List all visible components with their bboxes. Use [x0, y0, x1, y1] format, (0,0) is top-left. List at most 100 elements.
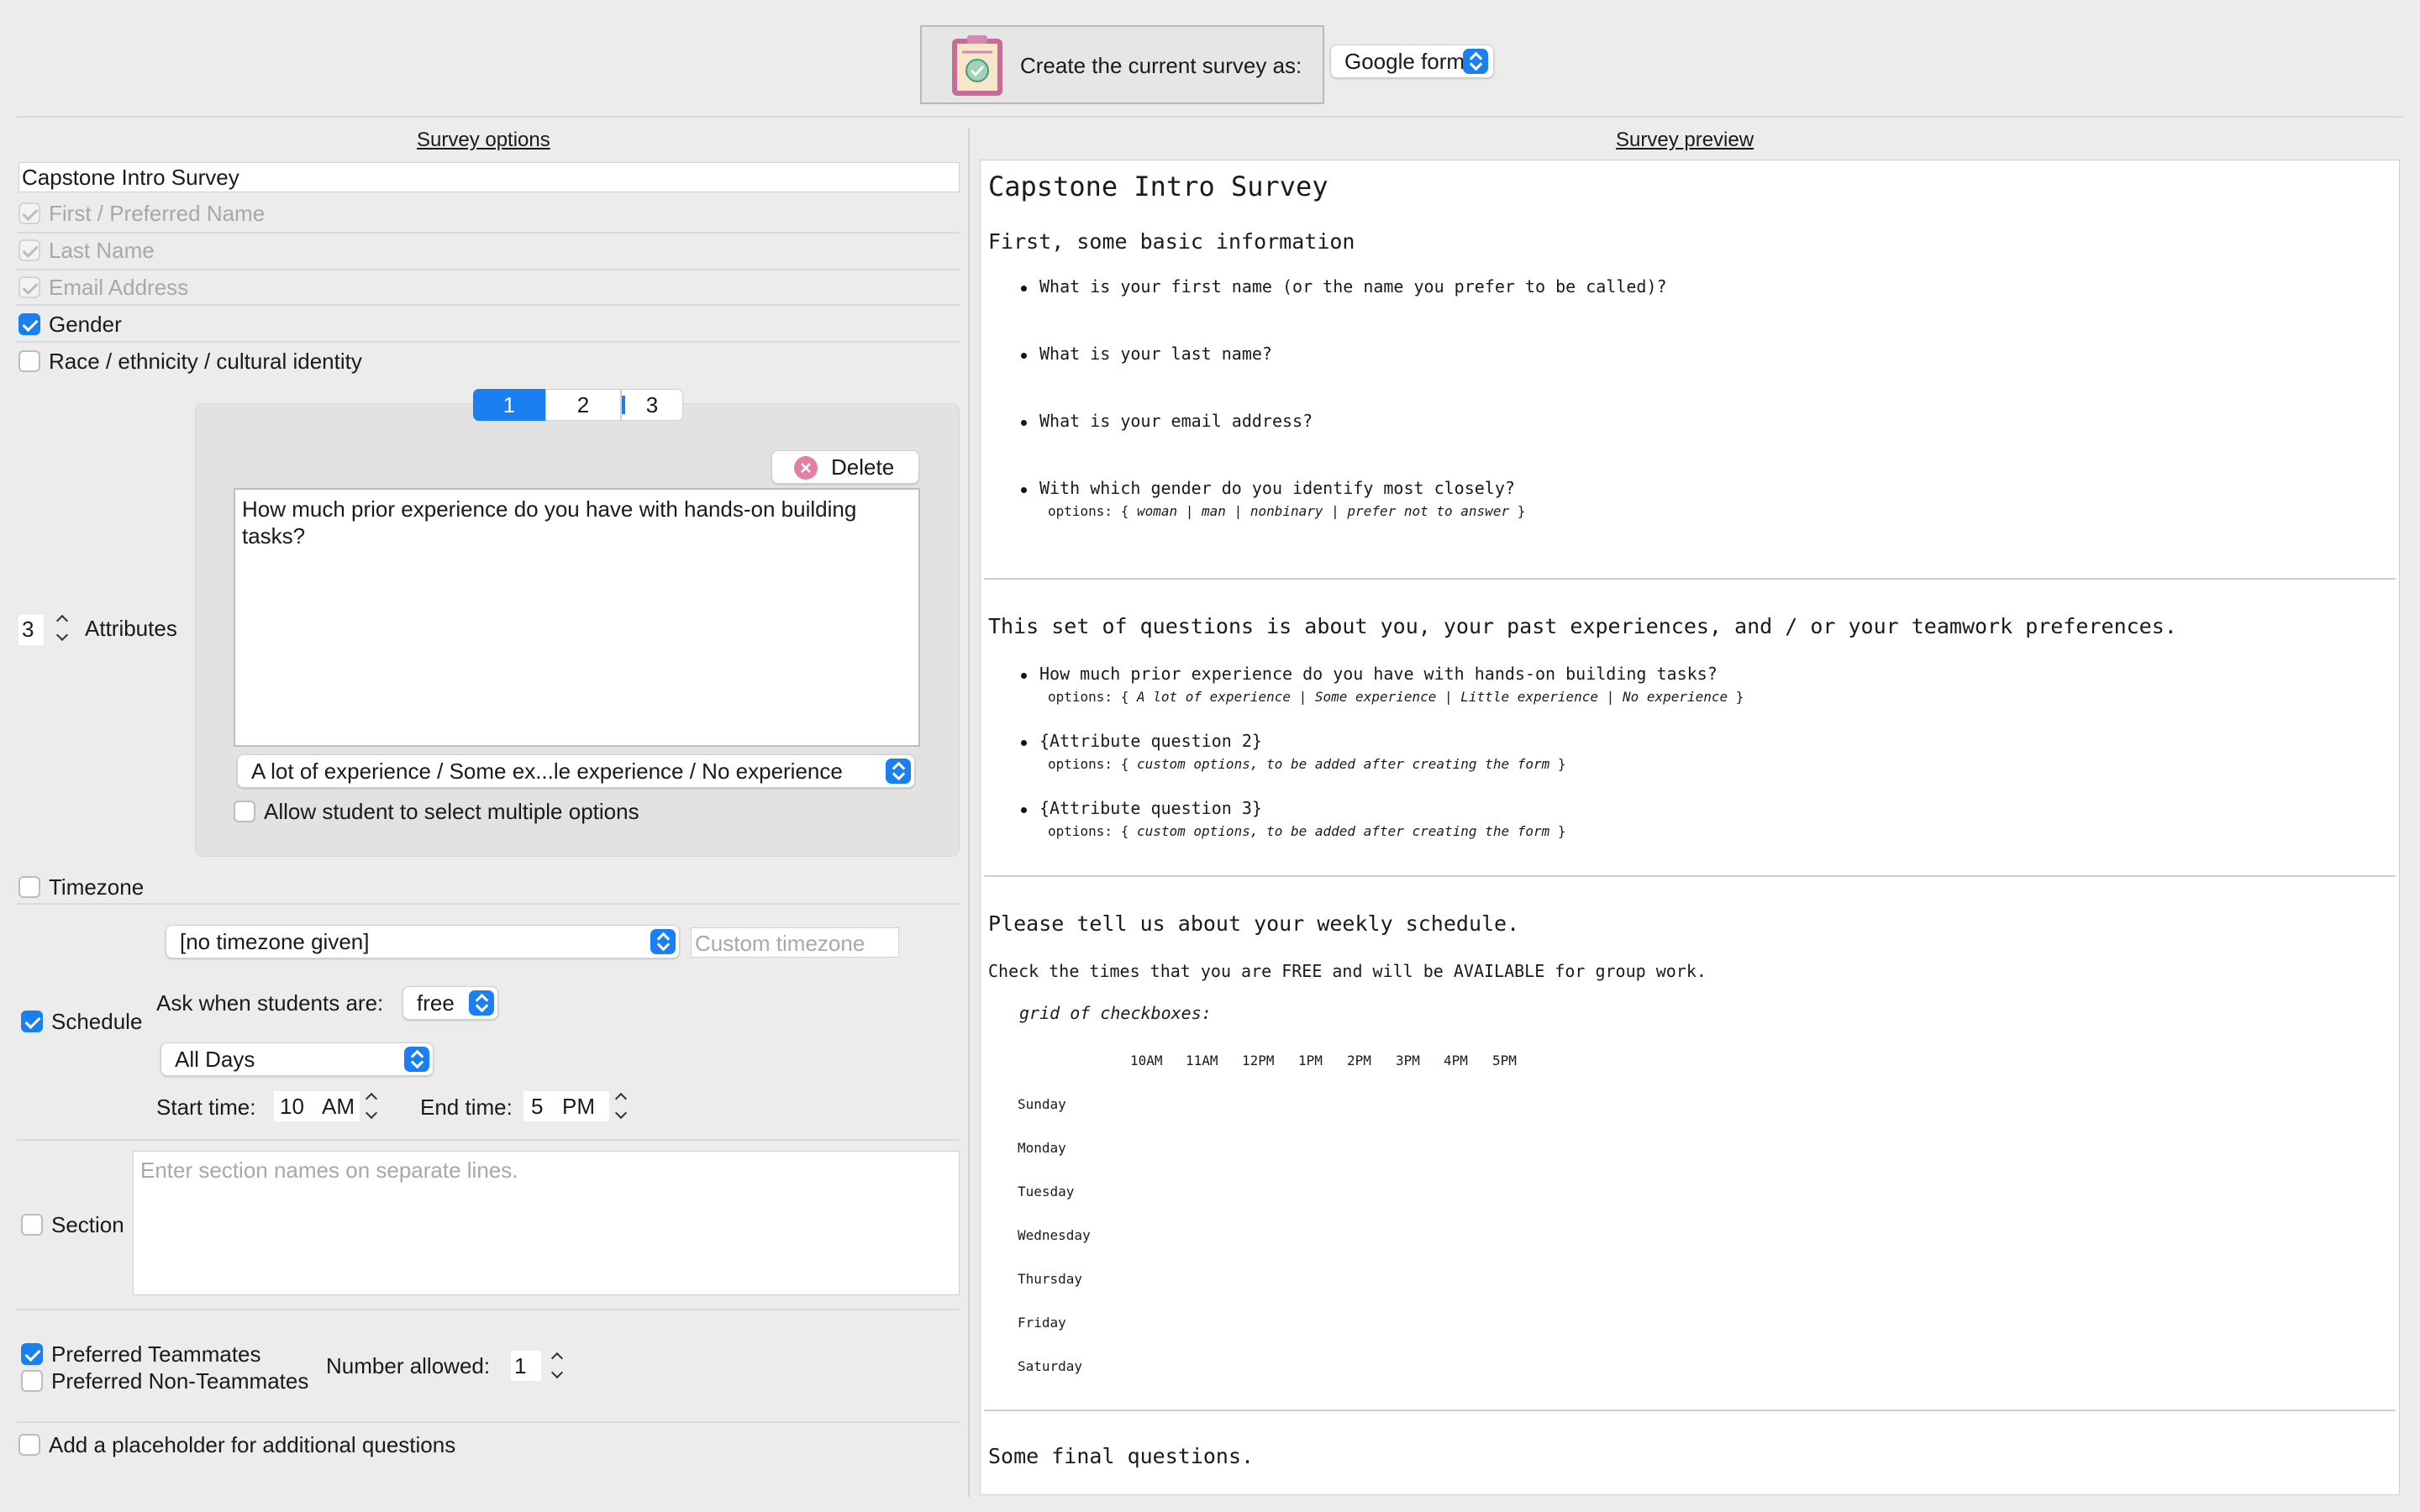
- grid-day-saturday: Saturday: [1018, 1358, 1083, 1374]
- grid-day-wednesday: Wednesday: [1018, 1227, 1091, 1243]
- attribute-tabs: 1 2 3: [473, 389, 683, 421]
- email-checkbox: [18, 276, 40, 298]
- ask-when-label: Ask when students are:: [156, 990, 384, 1016]
- preview-q-first-name: What is your first name (or the name you…: [1039, 276, 1667, 297]
- last-name-checkbox: [18, 239, 40, 261]
- attributes-label: Attributes: [85, 616, 177, 641]
- section-names-textarea[interactable]: Enter section names on separate lines.: [133, 1151, 960, 1295]
- custom-timezone-input[interactable]: Custom timezone: [691, 927, 899, 958]
- preview-attr-q1: How much prior experience do you have wi…: [1039, 664, 1718, 684]
- free-busy-select[interactable]: free: [402, 986, 498, 1020]
- delete-label: Delete: [831, 454, 895, 480]
- attribute-question-textarea[interactable]: How much prior experience do you have wi…: [234, 488, 920, 747]
- survey-clipboard-icon: [949, 34, 1006, 97]
- preview-q-gender: With which gender do you identify most c…: [1039, 478, 1515, 498]
- first-name-label: First / Preferred Name: [49, 201, 266, 226]
- preview-final-heading: Some final questions.: [988, 1444, 1255, 1468]
- preview-basic-heading: First, some basic information: [988, 229, 1355, 254]
- end-time-stepper[interactable]: [612, 1089, 630, 1123]
- attribute-count-field[interactable]: 3: [18, 615, 44, 645]
- email-label: Email Address: [49, 275, 189, 300]
- additional-questions-label: Add a placeholder for additional questio…: [49, 1432, 456, 1457]
- grid-day-monday: Monday: [1018, 1140, 1066, 1156]
- grid-time-3pm: 3PM: [1396, 1053, 1420, 1068]
- chevron-updown-icon: [1463, 49, 1488, 74]
- days-select[interactable]: All Days: [160, 1042, 434, 1076]
- grid-day-friday: Friday: [1018, 1315, 1066, 1331]
- preferred-non-teammates-label: Preferred Non-Teammates: [51, 1368, 309, 1394]
- tab-attribute-3[interactable]: 3: [621, 389, 683, 421]
- gender-checkbox[interactable]: [18, 313, 40, 335]
- preview-attribute-heading: This set of questions is about you, your…: [988, 614, 2177, 638]
- grid-time-12pm: 12PM: [1242, 1053, 1275, 1068]
- end-time-field[interactable]: 5 PM: [523, 1091, 609, 1121]
- free-busy-value: free: [417, 990, 455, 1016]
- preview-title: Capstone Intro Survey: [988, 171, 1328, 202]
- additional-questions-checkbox[interactable]: [18, 1434, 40, 1456]
- preferred-teammates-checkbox[interactable]: [21, 1343, 43, 1365]
- attribute-count-stepper[interactable]: [53, 612, 71, 645]
- grid-day-tuesday: Tuesday: [1018, 1184, 1075, 1200]
- preferred-non-teammates-checkbox[interactable]: [21, 1370, 43, 1392]
- allow-multiple-label: Allow student to select multiple options: [264, 799, 639, 824]
- preview-gender-options: options: { woman | man | nonbinary | pre…: [1048, 503, 1526, 519]
- timezone-value: [no timezone given]: [180, 929, 370, 954]
- grid-time-2pm: 2PM: [1347, 1053, 1371, 1068]
- preview-attr-q2: {Attribute question 2}: [1039, 731, 1262, 751]
- response-options-value: A lot of experience / Some ex...le exper…: [251, 759, 843, 784]
- create-survey-label: Create the current survey as:: [1020, 53, 1302, 78]
- timezone-checkbox[interactable]: [18, 876, 40, 898]
- grid-time-11am: 11AM: [1186, 1053, 1218, 1068]
- gender-label: Gender: [49, 312, 122, 337]
- start-time-stepper[interactable]: [362, 1089, 381, 1123]
- grid-time-5pm: 5PM: [1492, 1053, 1517, 1068]
- tab-attribute-2[interactable]: 2: [545, 389, 621, 421]
- preview-schedule-heading: Please tell us about your weekly schedul…: [988, 911, 1520, 936]
- race-label: Race / ethnicity / cultural identity: [49, 349, 362, 374]
- preview-schedule-instructions: Check the times that you are FREE and wi…: [988, 961, 1707, 981]
- survey-preview-header: Survey preview: [1616, 129, 1754, 151]
- last-name-label: Last Name: [49, 238, 155, 263]
- number-allowed-stepper[interactable]: [548, 1349, 566, 1383]
- survey-format-value: Google form: [1344, 49, 1465, 74]
- delete-button[interactable]: Delete: [771, 450, 919, 484]
- end-time-label: End time:: [420, 1095, 513, 1120]
- first-name-checkbox: [18, 202, 40, 224]
- schedule-label: Schedule: [51, 1009, 143, 1034]
- section-label: Section: [51, 1212, 124, 1237]
- tab-attribute-1[interactable]: 1: [473, 389, 545, 421]
- grid-time-4pm: 4PM: [1444, 1053, 1468, 1068]
- number-allowed-field[interactable]: 1: [511, 1351, 541, 1381]
- chevron-updown-icon: [404, 1047, 429, 1072]
- survey-title-field[interactable]: Capstone Intro Survey: [18, 162, 960, 192]
- number-allowed-label: Number allowed:: [326, 1353, 491, 1378]
- preview-attr-q1-options: options: { A lot of experience | Some ex…: [1048, 689, 1744, 705]
- grid-day-sunday: Sunday: [1018, 1096, 1066, 1112]
- grid-time-1pm: 1PM: [1298, 1053, 1323, 1068]
- preview-attr-q3: {Attribute question 3}: [1039, 798, 1262, 818]
- chevron-updown-icon: [469, 990, 494, 1016]
- preview-q-email: What is your email address?: [1039, 411, 1313, 431]
- schedule-checkbox[interactable]: [21, 1011, 43, 1032]
- preferred-teammates-label: Preferred Teammates: [51, 1341, 261, 1367]
- preview-attr-q3-options: options: { custom options, to be added a…: [1048, 823, 1566, 839]
- race-checkbox[interactable]: [18, 350, 40, 372]
- section-checkbox[interactable]: [21, 1214, 43, 1236]
- survey-preview-pane[interactable]: Capstone Intro Survey First, some basic …: [980, 160, 2400, 1495]
- days-value: All Days: [175, 1047, 255, 1072]
- response-options-select[interactable]: A lot of experience / Some ex...le exper…: [237, 754, 915, 788]
- chevron-updown-icon: [886, 759, 911, 784]
- preview-attr-q2-options: options: { custom options, to be added a…: [1048, 756, 1566, 772]
- preview-grid-label: grid of checkboxes:: [1019, 1003, 1212, 1023]
- survey-options-header: Survey options: [417, 129, 550, 151]
- delete-icon: [794, 456, 818, 480]
- timezone-label: Timezone: [49, 874, 145, 900]
- timezone-select[interactable]: [no timezone given]: [166, 925, 680, 958]
- chevron-updown-icon: [650, 929, 676, 954]
- start-time-label: Start time:: [156, 1095, 256, 1120]
- survey-format-select[interactable]: Google form: [1330, 45, 1494, 78]
- create-survey-button[interactable]: Create the current survey as:: [920, 25, 1324, 104]
- grid-day-thursday: Thursday: [1018, 1271, 1083, 1287]
- start-time-field[interactable]: 10 AM: [274, 1091, 360, 1121]
- allow-multiple-checkbox[interactable]: [234, 801, 255, 822]
